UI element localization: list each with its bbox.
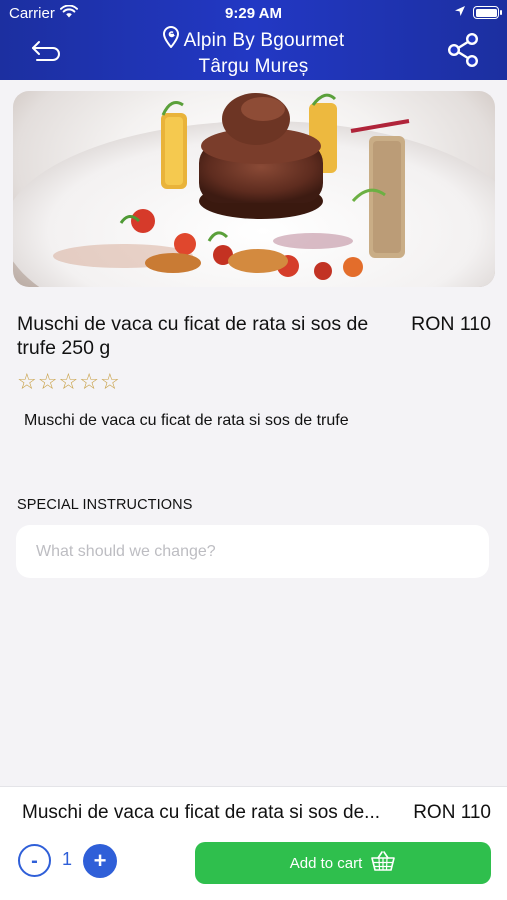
product-image xyxy=(13,91,495,287)
nav-title: Alpin By Bgourmet Târgu Mureș xyxy=(90,25,417,79)
restaurant-name: Alpin By Bgourmet xyxy=(183,29,345,51)
share-icon xyxy=(446,32,480,73)
restaurant-city: Târgu Mureș xyxy=(198,56,309,77)
add-to-cart-button[interactable]: Add to cart xyxy=(195,842,491,884)
add-to-cart-label: Add to cart xyxy=(289,854,363,872)
quantity-decrease-button[interactable]: - xyxy=(18,844,51,877)
star-icon[interactable]: ☆ xyxy=(17,370,37,394)
back-button[interactable] xyxy=(24,34,68,70)
quantity-increase-button[interactable]: + xyxy=(83,844,117,878)
product-price: RON 110 xyxy=(411,313,491,335)
location-arrow-icon xyxy=(454,4,466,21)
nav-bar: Alpin By Bgourmet Târgu Mureș xyxy=(0,25,507,80)
footer-product-price: RON 110 xyxy=(413,802,491,823)
battery-icon xyxy=(473,6,502,19)
footer-product-name: Muschi de vaca cu ficat de rata si sos d… xyxy=(22,802,381,823)
location-pin-icon xyxy=(162,25,179,55)
share-button[interactable] xyxy=(441,30,485,74)
product-name: Muschi de vaca cu ficat de rata si sos d… xyxy=(17,313,369,359)
app-header: Carrier 9:29 AM Alpin By Bgourmet Târgu … xyxy=(0,0,507,80)
star-icon[interactable]: ☆ xyxy=(100,370,120,394)
special-instructions-input[interactable] xyxy=(16,525,489,578)
star-rating[interactable]: ☆ ☆ ☆ ☆ ☆ xyxy=(17,370,120,394)
product-description: Muschi de vaca cu ficat de rata si sos d… xyxy=(24,412,349,429)
back-arrow-icon xyxy=(29,37,63,68)
basket-icon xyxy=(370,850,396,876)
special-instructions-label: SPECIAL INSTRUCTIONS xyxy=(17,497,193,513)
star-icon[interactable]: ☆ xyxy=(58,370,78,394)
status-bar: Carrier 9:29 AM xyxy=(0,0,507,26)
star-icon[interactable]: ☆ xyxy=(38,370,58,394)
star-icon[interactable]: ☆ xyxy=(79,370,99,394)
status-indicators xyxy=(454,4,502,21)
quantity-value: 1 xyxy=(61,849,72,869)
status-time: 9:29 AM xyxy=(225,5,282,22)
order-footer: Muschi de vaca cu ficat de rata si sos d… xyxy=(0,786,507,900)
